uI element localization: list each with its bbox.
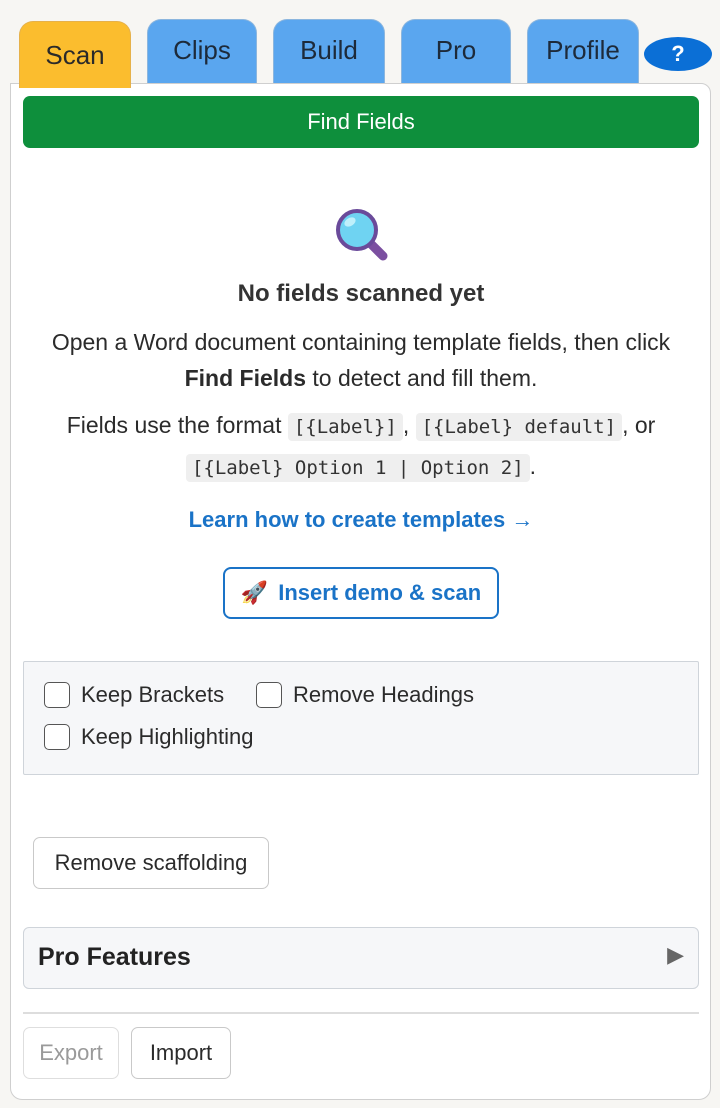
keep-brackets-option[interactable]: Keep Brackets xyxy=(44,682,224,708)
empty-state-title: No fields scanned yet xyxy=(237,280,485,307)
insert-demo-label: Insert demo & scan xyxy=(278,580,482,605)
insert-demo-button[interactable]: 🚀 Insert demo & scan xyxy=(223,567,499,619)
tab-pro[interactable]: Pro xyxy=(401,19,511,85)
rocket-icon: 🚀 xyxy=(240,580,269,605)
import-button[interactable]: Import xyxy=(131,1027,231,1079)
format-code-options: [{Label} Option 1 | Option 2] xyxy=(185,454,530,482)
tab-clips[interactable]: Clips xyxy=(147,19,257,85)
remove-headings-checkbox[interactable] xyxy=(256,682,282,708)
keep-highlighting-checkbox[interactable] xyxy=(44,724,70,750)
export-button[interactable]: Export xyxy=(23,1027,119,1079)
tab-scan[interactable]: Scan xyxy=(19,21,131,88)
keep-highlighting-label: Keep Highlighting xyxy=(81,724,254,749)
options-panel: Keep Brackets Remove Headings Keep Highl… xyxy=(23,661,699,775)
format-description: Fields use the format [{Label}], [{Label… xyxy=(31,406,691,488)
keep-brackets-label: Keep Brackets xyxy=(81,682,225,707)
remove-headings-label: Remove Headings xyxy=(293,682,474,707)
learn-templates-link[interactable]: Learn how to create templates → xyxy=(11,507,711,533)
format-prefix: Fields use the format xyxy=(66,412,288,438)
format-code-label: [{Label}] xyxy=(287,413,403,441)
format-separator: , xyxy=(402,412,416,438)
expand-arrow-icon: ▶ xyxy=(667,942,684,967)
magnifying-glass-icon xyxy=(336,209,388,261)
remove-scaffolding-button[interactable]: Remove scaffolding xyxy=(33,837,269,889)
empty-state-description: Open a Word document containing template… xyxy=(41,324,681,396)
find-fields-button[interactable]: Find Fields xyxy=(23,96,699,148)
remove-headings-option[interactable]: Remove Headings xyxy=(256,682,474,708)
format-code-default: [{Label} default] xyxy=(415,413,623,441)
footer-divider xyxy=(23,1012,699,1014)
scan-panel: Find Fields No fields scanned yet Open a… xyxy=(10,83,711,1100)
description-text-end: to detect and fill them. xyxy=(305,365,538,391)
tab-profile[interactable]: Profile xyxy=(527,19,639,85)
keep-highlighting-option[interactable]: Keep Highlighting xyxy=(44,724,253,750)
keep-brackets-checkbox[interactable] xyxy=(44,682,70,708)
pro-features-toggle[interactable]: Pro Features ▶ xyxy=(23,927,699,989)
format-separator-or: , or xyxy=(622,412,656,438)
help-button[interactable]: ? xyxy=(644,37,712,71)
tab-build[interactable]: Build xyxy=(273,19,385,85)
format-suffix: . xyxy=(529,453,537,479)
description-text: Open a Word document containing template… xyxy=(51,329,671,355)
pro-features-title: Pro Features xyxy=(38,943,191,971)
description-bold: Find Fields xyxy=(184,365,306,391)
tab-bar: Scan Clips Build Pro Profile ? xyxy=(0,0,720,90)
